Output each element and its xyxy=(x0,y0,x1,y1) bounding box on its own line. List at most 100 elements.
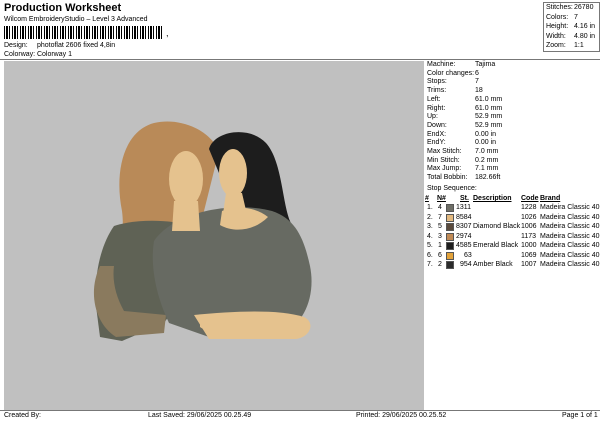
info-label: Stops: xyxy=(427,78,447,86)
thread-brand: Madeira Classic 40 xyxy=(540,261,600,268)
needle-number: 1 xyxy=(438,242,442,249)
needle-number: 3 xyxy=(438,232,442,240)
thread-code: 1007 xyxy=(521,261,537,268)
design-value: photoflat 2606 fixed 4,8in xyxy=(36,42,116,49)
sequence-row: 1. 4 1311 1228 Madeira Classic 40 xyxy=(425,204,600,213)
stat-row: Stitches:26780 xyxy=(544,3,599,13)
info-value: 0.00 in xyxy=(475,139,497,147)
thread-description: Diamond Black xyxy=(473,223,521,230)
info-value: 18 xyxy=(475,87,483,95)
info-row: Color changes:6 xyxy=(427,70,479,77)
needle-number: 7 xyxy=(438,213,442,221)
info-row: Stops: 7 xyxy=(427,78,479,85)
info-label: Down: xyxy=(427,121,447,129)
thread-description: Emerald Black xyxy=(473,242,519,249)
info-label: Trims: xyxy=(427,87,447,95)
needle-number: 5 xyxy=(438,223,442,230)
info-label: Up: xyxy=(427,113,438,121)
thread-brand: Madeira Classic 40 xyxy=(540,223,600,230)
page-number: Page 1 of 1 xyxy=(562,412,598,419)
stitch-count: 63 xyxy=(464,251,472,259)
stat-label: Zoom: xyxy=(546,42,566,49)
info-label: Total Bobbin: xyxy=(427,174,468,182)
header-divider xyxy=(0,59,600,60)
thread-brand: Madeira Classic 40 xyxy=(540,242,600,249)
stat-value: 1:1 xyxy=(574,42,584,49)
info-value: 0.2 mm xyxy=(475,156,499,164)
needle-number: 4 xyxy=(438,204,442,211)
stop-number: 3. xyxy=(427,223,433,230)
stat-row: Height: 4.16 in xyxy=(544,22,599,32)
sequence-row: 6. 6 63 1069 Madeira Classic 40 xyxy=(425,251,600,261)
info-value: 7.0 mm xyxy=(475,148,499,155)
info-row: Max Jump: 7.1 mm xyxy=(427,165,498,172)
face-left-figure xyxy=(169,151,203,207)
info-row: Left: 61.0 mm xyxy=(427,96,502,103)
stitch-count: 8584 xyxy=(456,213,472,221)
sequence-row: 7. 2 954 Amber Black 1007 Madeira Classi… xyxy=(425,261,600,270)
stop-number: 7. xyxy=(427,261,433,268)
thread-swatch xyxy=(446,213,454,222)
sequence-row: 3. 5 8307 Diamond Black 1006 Madeira Cla… xyxy=(425,223,600,232)
thread-code: 1228 xyxy=(521,204,537,211)
col-header-code: Code xyxy=(521,195,539,202)
needle-number: 2 xyxy=(438,261,442,268)
col-header-needle: N# xyxy=(437,195,446,202)
stop-number: 6. xyxy=(427,251,433,259)
software-subtitle: Wilcom EmbroideryStudio – Level 3 Advanc… xyxy=(4,16,148,23)
col-header-stitches: St. xyxy=(460,195,469,202)
info-value: 52.9 mm xyxy=(475,121,503,129)
stat-row: Colors: 7 xyxy=(544,13,599,23)
stat-row: Zoom: 1:1 xyxy=(544,41,599,51)
info-row: Trims: 18 xyxy=(427,87,483,94)
sequence-row: 2. 7 8584 1026 Madeira Classic 40 xyxy=(425,213,600,223)
stats-box: Stitches:26780 Colors: 7 Height: 4.16 in W… xyxy=(543,2,600,52)
printed-date: Printed: 29/06/2025 00.25.52 xyxy=(356,412,447,419)
info-label: Machine: xyxy=(427,61,456,68)
info-label: Min Stitch: xyxy=(427,156,460,164)
stitch-count: 954 xyxy=(460,261,472,268)
thread-swatch xyxy=(446,204,454,212)
barcode xyxy=(4,26,164,39)
info-value: 61.0 mm xyxy=(475,104,503,112)
col-header-stop: # xyxy=(425,195,429,202)
info-value: Tajima xyxy=(475,61,496,68)
thread-swatch xyxy=(446,261,454,269)
info-row: Total Bobbin: 182.66ft xyxy=(427,174,500,181)
stat-value: 4.16 in xyxy=(574,23,596,30)
thread-code: 1069 xyxy=(521,251,537,259)
info-value: 7 xyxy=(475,78,479,86)
info-value: 52.9 mm xyxy=(475,113,503,121)
barcode-tail: , xyxy=(166,28,169,38)
thread-swatch xyxy=(446,223,454,231)
stitch-count: 1311 xyxy=(456,204,472,211)
thread-code: 1026 xyxy=(521,213,537,221)
stop-number: 5. xyxy=(427,242,433,249)
face-right-figure xyxy=(219,149,247,197)
info-label: Color changes: xyxy=(427,69,475,77)
stat-value: 4.80 in xyxy=(574,32,596,40)
info-value: 182.66ft xyxy=(475,174,501,182)
thread-code: 1000 xyxy=(521,242,537,249)
stitch-count: 2974 xyxy=(456,232,472,240)
sequence-row: 4. 3 2974 1173 Madeira Classic 40 xyxy=(425,232,600,242)
thread-brand: Madeira Classic 40 xyxy=(540,213,600,221)
col-header-description: Description xyxy=(473,195,512,202)
info-label: EndX: xyxy=(427,130,447,138)
info-row: Right: 61.0 mm xyxy=(427,105,502,112)
stat-label: Stitches: xyxy=(546,4,573,11)
sequence-row: 5. 1 4585 Emerald Black 1000 Madeira Cla… xyxy=(425,242,600,251)
thread-brand: Madeira Classic 40 xyxy=(540,232,600,240)
stop-number: 1. xyxy=(427,204,433,211)
created-by: Created By: xyxy=(4,412,41,419)
info-row: EndY: 0.00 in xyxy=(427,139,496,146)
info-row: Down: 52.9 mm xyxy=(427,122,502,129)
thread-swatch xyxy=(446,251,454,260)
info-value: 61.0 mm xyxy=(475,95,503,103)
colorway-label: Colorway: xyxy=(4,51,36,58)
thread-description: Amber Black xyxy=(473,261,513,268)
info-row: Up: 52.9 mm xyxy=(427,113,502,120)
design-preview xyxy=(4,61,424,410)
design-row: Design: photoflat 2606 fixed 4,8in xyxy=(4,42,115,49)
stat-value: 26780 xyxy=(574,4,594,11)
